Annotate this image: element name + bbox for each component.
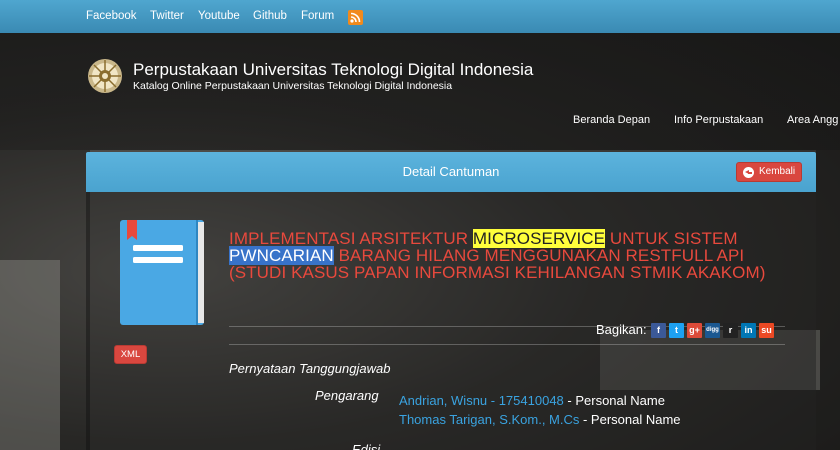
- book-cover-icon: [120, 220, 206, 325]
- author-link[interactable]: Andrian, Wisnu - 175410048: [399, 393, 564, 408]
- linkedin-icon[interactable]: in: [741, 323, 756, 338]
- edition-label: Edisi: [352, 442, 381, 450]
- reddit-icon[interactable]: r: [723, 323, 738, 338]
- rss-icon[interactable]: [348, 10, 363, 25]
- twitter-icon[interactable]: t: [669, 323, 684, 338]
- github-link[interactable]: Github: [253, 10, 287, 22]
- back-button[interactable]: Kembali: [736, 162, 802, 182]
- nav-item-home[interactable]: Beranda Depan: [573, 114, 650, 126]
- forum-link[interactable]: Forum: [301, 10, 334, 22]
- panel-header: Detail Cantuman Kembali: [86, 152, 816, 192]
- author-link[interactable]: Thomas Tarigan, S.Kom., M.Cs: [399, 412, 579, 427]
- panel-title: Detail Cantuman: [402, 164, 500, 179]
- share-label: Bagikan:: [596, 322, 647, 337]
- nav-item-library-info[interactable]: Info Perpustakaan: [674, 114, 763, 126]
- google-plus-icon[interactable]: g+: [687, 323, 702, 338]
- stumbleupon-icon[interactable]: su: [759, 323, 774, 338]
- author-label: Pengarang: [315, 388, 379, 403]
- facebook-icon[interactable]: f: [651, 323, 666, 338]
- author-role: - Personal Name: [563, 393, 665, 408]
- nav-item-member-area[interactable]: Area Angg: [787, 114, 838, 126]
- author-entry: Andrian, Wisnu - 175410048 - Personal Na…: [399, 393, 665, 408]
- author-entry: Thomas Tarigan, S.Kom., M.Cs - Personal …: [399, 412, 681, 427]
- statement-label: Pernyataan Tanggungjawab: [229, 361, 391, 376]
- site-subtitle: Katalog Online Perpustakaan Universitas …: [133, 80, 453, 92]
- record-title: IMPLEMENTASI ARSITEKTUR MICROSERVICE UNT…: [229, 229, 769, 281]
- author-role: - Personal Name: [579, 412, 681, 427]
- university-seal-icon[interactable]: [86, 57, 124, 95]
- digg-icon[interactable]: digg: [705, 323, 720, 338]
- back-button-label: Kembali: [759, 166, 796, 177]
- divider: [229, 344, 785, 345]
- site-title[interactable]: Perpustakaan Universitas Teknologi Digit…: [133, 60, 533, 80]
- twitter-link[interactable]: Twitter: [150, 10, 184, 22]
- top-social-bar: Facebook Twitter Youtube Github Forum: [0, 0, 840, 33]
- facebook-link[interactable]: Facebook: [86, 10, 137, 22]
- youtube-link[interactable]: Youtube: [198, 10, 240, 22]
- xml-button[interactable]: XML: [114, 345, 147, 364]
- back-arrow-icon: [743, 167, 754, 178]
